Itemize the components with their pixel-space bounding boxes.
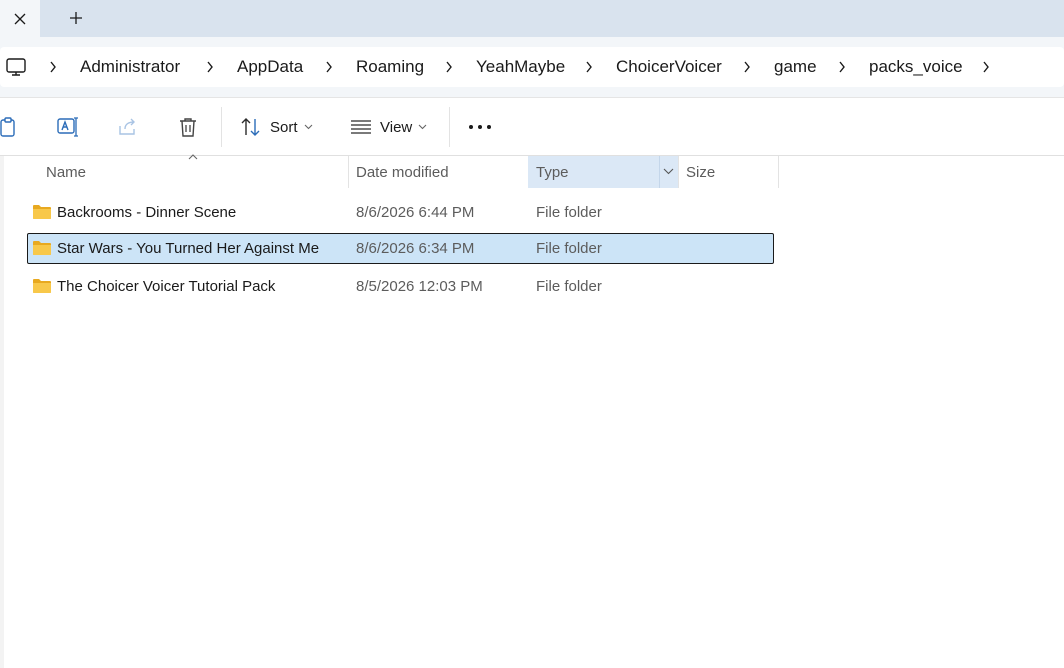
more-icon — [469, 125, 491, 129]
column-name-label: Name — [46, 163, 87, 181]
clipboard-icon[interactable] — [0, 115, 20, 139]
chevron-right-icon[interactable] — [442, 58, 456, 76]
file-date-modified: 8/5/2026 12:03 PM — [356, 278, 483, 295]
delete-icon[interactable] — [176, 115, 200, 139]
breadcrumb-item-appdata[interactable]: AppData — [237, 57, 303, 77]
chevron-right-icon[interactable] — [46, 58, 60, 76]
column-divider[interactable] — [778, 156, 779, 188]
chevron-down-icon[interactable] — [663, 168, 674, 175]
column-type-label: Type — [536, 163, 569, 181]
more-options-button[interactable] — [468, 111, 492, 143]
toolbar-divider — [221, 107, 222, 147]
navigation-pane-edge — [0, 156, 4, 668]
chevron-right-icon[interactable] — [582, 58, 596, 76]
breadcrumb-item-administrator[interactable]: Administrator — [80, 57, 180, 77]
tab-strip — [0, 0, 1064, 37]
share-icon[interactable] — [116, 115, 140, 139]
file-row[interactable]: Backrooms - Dinner Scene 8/6/2026 6:44 P… — [27, 197, 774, 228]
column-date-modified[interactable]: Date modified — [348, 156, 528, 188]
file-date-modified: 8/6/2026 6:34 PM — [356, 240, 475, 257]
column-divider — [659, 156, 660, 188]
toolbar-divider — [449, 107, 450, 147]
command-bar: Sort View — [0, 97, 1064, 156]
sort-ascending-icon — [188, 154, 198, 160]
file-row[interactable]: The Choicer Voicer Tutorial Pack 8/5/202… — [27, 271, 774, 302]
rename-icon[interactable] — [56, 115, 80, 139]
file-type: File folder — [536, 240, 602, 257]
file-type: File folder — [536, 278, 602, 295]
file-name: The Choicer Voicer Tutorial Pack — [57, 278, 276, 295]
folder-icon — [33, 205, 51, 219]
chevron-right-icon[interactable] — [740, 58, 754, 76]
file-row-selected[interactable]: Star Wars - You Turned Her Against Me 8/… — [27, 233, 774, 264]
breadcrumb[interactable]: Administrator AppData Roaming YeahMaybe … — [0, 47, 1064, 87]
column-size-label: Size — [686, 163, 716, 181]
this-pc-icon[interactable] — [5, 56, 27, 78]
chevron-right-icon[interactable] — [979, 58, 993, 76]
file-date-modified: 8/6/2026 6:44 PM — [356, 204, 475, 221]
close-tab-button[interactable] — [0, 0, 40, 37]
column-header: Name Date modified Type Size — [0, 154, 1064, 188]
sort-icon — [241, 118, 260, 136]
plus-icon — [70, 12, 82, 24]
chevron-right-icon[interactable] — [203, 58, 217, 76]
chevron-right-icon[interactable] — [322, 58, 336, 76]
view-list-icon — [351, 120, 371, 134]
breadcrumb-item-choicervoicer[interactable]: ChoicerVoicer — [616, 57, 722, 77]
file-name: Star Wars - You Turned Her Against Me — [57, 240, 320, 257]
breadcrumb-item-game[interactable]: game — [774, 57, 817, 77]
sort-label: Sort — [270, 118, 298, 136]
close-icon — [14, 13, 26, 24]
breadcrumb-item-packs-voice[interactable]: packs_voice — [869, 57, 963, 77]
folder-icon — [33, 241, 51, 255]
view-button[interactable]: View — [350, 111, 427, 143]
view-label: View — [380, 118, 413, 136]
chevron-down-icon — [418, 124, 427, 130]
column-size[interactable]: Size — [678, 156, 778, 188]
column-type[interactable]: Type — [528, 156, 678, 188]
new-tab-button[interactable] — [60, 4, 92, 32]
address-bar: Administrator AppData Roaming YeahMaybe … — [0, 37, 1064, 97]
chevron-down-icon — [304, 124, 312, 130]
breadcrumb-item-yeahmaybe[interactable]: YeahMaybe — [476, 57, 565, 77]
chevron-right-icon[interactable] — [835, 58, 849, 76]
column-date-label: Date modified — [356, 163, 449, 181]
sort-button[interactable]: Sort — [240, 111, 313, 143]
breadcrumb-item-roaming[interactable]: Roaming — [356, 57, 424, 77]
file-name: Backrooms - Dinner Scene — [57, 204, 237, 221]
file-type: File folder — [536, 204, 602, 221]
folder-icon — [33, 279, 51, 293]
